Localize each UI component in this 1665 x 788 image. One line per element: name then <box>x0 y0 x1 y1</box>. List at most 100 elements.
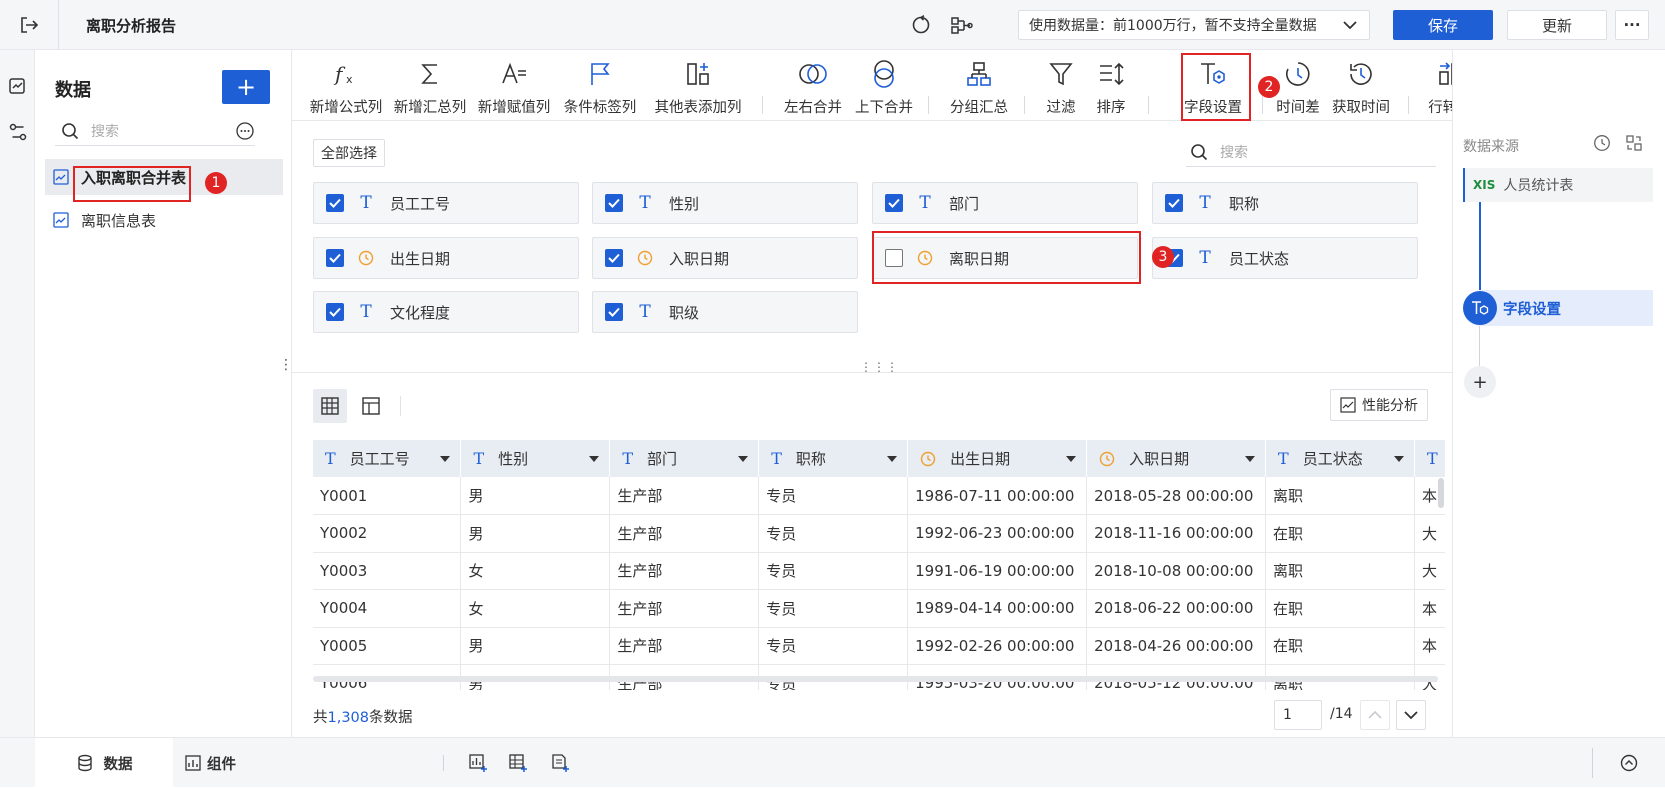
merge-vertical-icon <box>870 58 898 90</box>
tab-data[interactable]: 数据 <box>35 738 173 788</box>
collapse-icon[interactable] <box>1620 754 1638 772</box>
table-cell: 专员 <box>758 552 909 590</box>
add-assign-column-button[interactable]: 新增赋值列 <box>474 58 554 120</box>
vertical-scrollbar[interactable] <box>1438 478 1444 508</box>
sort-dropdown-icon[interactable] <box>1245 455 1256 462</box>
field-checkbox[interactable] <box>605 194 623 212</box>
panel-resize-handle[interactable]: ⋮ <box>279 358 293 384</box>
field-search-input[interactable]: 搜索 <box>1220 142 1248 162</box>
flow-icon[interactable] <box>950 14 974 36</box>
select-all-button[interactable]: 全部选择 <box>313 139 385 167</box>
add-step-button[interactable]: + <box>1464 366 1496 398</box>
splitter-handle[interactable]: ⋮⋮⋮ <box>860 361 899 373</box>
data-volume-select[interactable]: 使用数据量：前1000万行，暂不支持全量数据 <box>1018 10 1370 40</box>
field-checkbox[interactable] <box>605 249 623 267</box>
layout-view-button[interactable] <box>354 389 388 423</box>
update-button[interactable]: 更新 <box>1507 10 1607 40</box>
text-type-icon: T <box>1278 449 1289 468</box>
field-card[interactable]: T 部门 <box>872 182 1138 224</box>
settings-flow-icon[interactable] <box>8 122 28 142</box>
data-edit-icon[interactable] <box>8 76 28 96</box>
field-checkbox[interactable] <box>885 194 903 212</box>
field-checkbox[interactable] <box>326 194 344 212</box>
add-dashboard-icon[interactable] <box>468 753 488 773</box>
sort-dropdown-icon[interactable] <box>589 455 600 462</box>
top-bar: 离职分析报告 使用数据量：前1000万行，暂不支持全量数据 保存 更新 ··· <box>0 0 1665 50</box>
merge-vertical-button[interactable]: 上下合并 <box>847 58 921 120</box>
field-card[interactable]: 出生日期 <box>313 237 579 279</box>
field-checkbox[interactable] <box>605 303 623 321</box>
next-page-button[interactable] <box>1396 700 1426 730</box>
add-summary-column-button[interactable]: 新增汇总列 <box>390 58 470 120</box>
horizontal-scrollbar[interactable] <box>313 676 1438 682</box>
column-header[interactable]: T 性别 <box>460 440 611 477</box>
field-card[interactable]: T 员工状态 <box>1152 237 1418 279</box>
column-header[interactable]: T 部门 <box>609 440 760 477</box>
source-table-item[interactable]: XIS 人员统计表 <box>1463 168 1653 202</box>
field-checkbox[interactable] <box>1165 194 1183 212</box>
text-type-icon: T <box>622 449 633 468</box>
field-label: 员工工号 <box>390 194 451 213</box>
performance-analysis-button[interactable]: 性能分析 <box>1330 389 1428 421</box>
add-table-button[interactable]: + <box>222 70 270 104</box>
filter-button[interactable]: 过滤 <box>1036 58 1086 120</box>
tab-components[interactable]: 组件 <box>185 738 265 788</box>
formula-icon: fx <box>332 58 360 90</box>
save-button[interactable]: 保存 <box>1393 10 1493 40</box>
add-formula-column-button[interactable]: fx 新增公式列 <box>306 58 386 120</box>
table-cell: 2018-10-08 00:00:00 <box>1086 552 1267 590</box>
field-card[interactable]: T 性别 <box>592 182 858 224</box>
grid-view-button[interactable] <box>313 389 347 423</box>
get-time-button[interactable]: 获取时间 <box>1326 58 1396 120</box>
add-table-component-icon[interactable] <box>508 753 528 773</box>
time-diff-button[interactable]: 时间差 <box>1270 58 1326 120</box>
column-header-label: 入职日期 <box>1129 450 1190 468</box>
field-card[interactable]: T 员工工号 <box>313 182 579 224</box>
field-card[interactable]: T 文化程度 <box>313 291 579 333</box>
sort-dropdown-icon[interactable] <box>440 455 451 462</box>
field-checkbox[interactable] <box>326 303 344 321</box>
prev-page-button[interactable] <box>1360 700 1390 730</box>
table-cell: 本 <box>1414 589 1445 628</box>
sort-dropdown-icon[interactable] <box>1393 455 1404 462</box>
field-checkbox[interactable] <box>326 249 344 267</box>
column-header[interactable]: 入职日期 <box>1086 440 1267 477</box>
more-button[interactable]: ··· <box>1615 10 1649 40</box>
layout-switch-icon[interactable] <box>1625 134 1643 152</box>
table-item[interactable]: 离职信息表 <box>45 204 283 236</box>
add-report-icon[interactable] <box>550 753 570 773</box>
more-options-icon[interactable] <box>235 121 255 141</box>
field-label: 职级 <box>669 303 700 322</box>
total-suffix: 条数据 <box>369 710 413 726</box>
column-header[interactable]: T 员工状态 <box>1265 440 1415 477</box>
field-label: 文化程度 <box>390 303 451 322</box>
add-column-from-table-button[interactable]: 其他表添加列 <box>648 58 748 120</box>
column-header[interactable]: T 员工工号 <box>313 440 462 477</box>
sort-dropdown-icon[interactable] <box>738 455 749 462</box>
field-card[interactable]: T 职称 <box>1152 182 1418 224</box>
exit-icon[interactable] <box>18 14 40 36</box>
field-card[interactable]: T 职级 <box>592 291 858 333</box>
table-cell: 1989-04-14 00:00:00 <box>907 589 1088 628</box>
sort-button[interactable]: 排序 <box>1086 58 1136 120</box>
table-search[interactable]: 搜索 <box>55 116 255 146</box>
sort-dropdown-icon[interactable] <box>887 455 898 462</box>
page-input[interactable]: 1 <box>1274 700 1322 730</box>
column-header[interactable]: 出生日期 <box>907 440 1088 477</box>
history-icon[interactable] <box>1593 134 1611 152</box>
column-header[interactable]: T 职称 <box>758 440 909 477</box>
search-input[interactable]: 搜索 <box>91 121 119 141</box>
table-cell: 女 <box>460 552 611 590</box>
step-item-field-settings[interactable]: 字段设置 <box>1463 290 1653 326</box>
table-cell: 在职 <box>1265 589 1415 628</box>
sort-dropdown-icon[interactable] <box>1066 455 1077 462</box>
step-label: 字段设置 <box>1503 301 1561 318</box>
column-header[interactable]: T <box>1414 440 1445 477</box>
condition-tag-column-button[interactable]: 条件标签列 <box>560 58 640 120</box>
group-summary-button[interactable]: 分组汇总 <box>942 58 1016 120</box>
merge-horizontal-button[interactable]: 左右合并 <box>776 58 850 120</box>
refresh-icon[interactable] <box>910 14 932 36</box>
field-search[interactable]: 搜索 <box>1186 137 1436 167</box>
field-card[interactable]: 入职日期 <box>592 237 858 279</box>
column-header-label: 员工状态 <box>1302 450 1363 468</box>
